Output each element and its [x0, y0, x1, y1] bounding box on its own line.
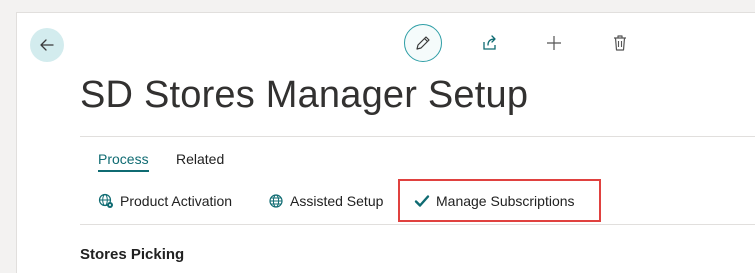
add-button[interactable] — [538, 27, 570, 59]
share-button[interactable] — [474, 27, 506, 59]
tab-related[interactable]: Related — [176, 151, 224, 167]
pencil-icon — [416, 36, 430, 50]
tab-process[interactable]: Process — [98, 151, 149, 172]
trash-icon — [614, 35, 626, 51]
back-button[interactable] — [30, 28, 64, 62]
divider — [80, 136, 755, 137]
assisted-setup-label: Assisted Setup — [290, 193, 384, 209]
page-card — [16, 12, 755, 273]
page-title: SD Stores Manager Setup — [80, 74, 529, 116]
edit-button[interactable] — [404, 24, 442, 62]
product-activation-action[interactable]: Product Activation — [98, 193, 232, 209]
section-title: Stores Picking — [80, 246, 185, 263]
product-activation-label: Product Activation — [120, 193, 233, 209]
plus-icon — [547, 36, 561, 50]
globe-icon — [269, 194, 283, 208]
share-icon — [483, 35, 496, 50]
highlight-box — [398, 179, 601, 222]
delete-button[interactable] — [604, 27, 636, 59]
arrow-left-icon — [40, 39, 54, 51]
assisted-setup-action[interactable]: Assisted Setup — [268, 193, 383, 209]
globe-gear-icon — [98, 193, 113, 208]
divider — [80, 224, 755, 225]
